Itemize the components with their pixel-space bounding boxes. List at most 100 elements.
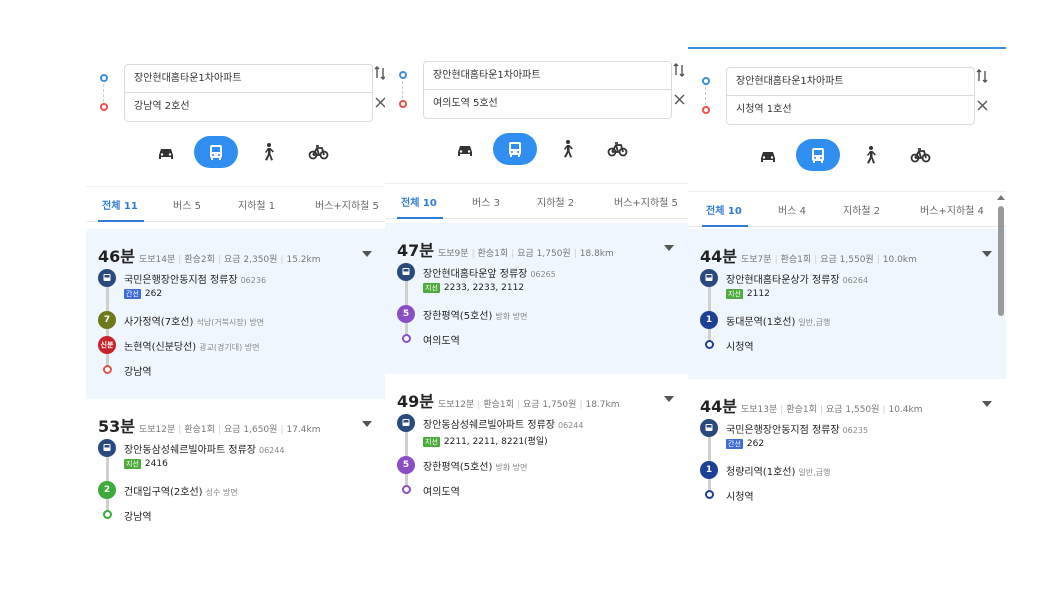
start-input[interactable]: 장안현대홈타운1차아파트	[423, 61, 672, 90]
close-icon[interactable]	[977, 100, 988, 115]
route-card[interactable]: 44분 도보7분 | 환승1회 | 요금 1,550원 | 10.0km 장안현대홈타운상가 정…	[688, 229, 1006, 379]
subway-step: 신분 논현역(신분당선) 광교(경기대) 방면	[98, 336, 368, 358]
bus-stop-icon	[397, 263, 415, 281]
route-card[interactable]: 46분 도보14분 | 환승2회 | 요금 2,350원 | 15.2km 국민은행장안동지점 …	[86, 229, 386, 399]
stop-detail: 방화 방면	[495, 463, 528, 472]
subway-line-badge: 5	[397, 305, 415, 323]
bus-numbers: 262	[746, 439, 765, 449]
tab-3[interactable]: 버스+지하철 5	[315, 197, 379, 212]
stop-detail: 06235	[842, 426, 869, 435]
stop-detail: 석남(거북시장) 방면	[196, 318, 265, 327]
expand-caret-icon[interactable]	[982, 251, 992, 257]
route-transfer: 환승1회	[780, 255, 812, 265]
bus-line-info: 지선 2233, 2233, 2112	[423, 283, 524, 293]
route-card[interactable]: 49분 도보12분 | 환승1회 | 요금 1,750원 | 18.7km 장안동삼성쉐르빌아파…	[385, 374, 688, 547]
tab-1[interactable]: 버스 3	[472, 194, 500, 209]
meta-separator: |	[511, 249, 515, 259]
route-transfer: 환승1회	[786, 405, 817, 415]
mode-button-walk[interactable]	[246, 136, 290, 168]
tab-3[interactable]: 버스+지하철 5	[614, 194, 678, 209]
step-name: 장한평역(5호선) 방화 방면	[423, 307, 527, 322]
stop-detail: 방화 방면	[495, 312, 528, 321]
route-distance: 15.2km	[286, 255, 321, 265]
subway-line-badge: 신분	[98, 336, 116, 354]
tab-0[interactable]: 전체 10	[401, 194, 437, 209]
expand-caret-icon[interactable]	[362, 251, 372, 257]
mode-button-bike[interactable]	[296, 136, 340, 168]
mode-button-bus[interactable]	[194, 136, 238, 168]
active-tab-indicator	[397, 217, 443, 219]
tab-1[interactable]: 버스 5	[173, 197, 201, 212]
route-fare: 요금 1,550원	[825, 405, 880, 415]
bus-type-tag: 간선	[124, 289, 141, 299]
meta-separator: |	[579, 400, 583, 410]
tab-2[interactable]: 지하철 2	[537, 194, 574, 209]
subway-line-badge: 1	[700, 461, 718, 479]
destination-dot-icon	[705, 490, 714, 499]
close-icon[interactable]	[674, 94, 685, 109]
destination-step: 여의도역	[397, 481, 667, 503]
route-summary: 44분 도보7분 | 환승1회 | 요금 1,550원 | 10.0km	[700, 243, 917, 267]
start-dot-icon	[702, 77, 710, 85]
stop-name: 국민은행장안동지점 정류장	[726, 425, 840, 436]
mode-button-car[interactable]	[443, 133, 487, 165]
expand-caret-icon[interactable]	[982, 401, 992, 407]
mode-button-walk[interactable]	[848, 139, 892, 171]
mode-button-bike[interactable]	[595, 133, 639, 165]
car-icon	[159, 149, 173, 159]
transport-mode-selector	[688, 139, 1006, 171]
tab-0[interactable]: 전체 10	[706, 202, 742, 217]
mode-button-bus[interactable]	[493, 133, 537, 165]
meta-separator: |	[774, 255, 778, 265]
bus-stop-icon	[98, 269, 116, 287]
end-input[interactable]: 강남역 2호선	[124, 93, 373, 122]
meta-separator: |	[217, 255, 221, 265]
step-name: 장안동삼성쉐르빌아파트 정류장 06244	[423, 416, 583, 431]
expand-caret-icon[interactable]	[362, 421, 372, 427]
route-card[interactable]: 47분 도보9분 | 환승1회 | 요금 1,750원 | 18.8km 장안현대홈타운앞 정류…	[385, 223, 688, 374]
start-dot-icon	[100, 74, 108, 82]
scroll-up-icon[interactable]	[997, 195, 1005, 200]
subway-step: 1 청량리역(1호선) 일반,급행	[700, 461, 970, 483]
tab-1[interactable]: 버스 4	[778, 202, 806, 217]
bus-numbers: 2112	[746, 289, 770, 299]
mode-button-car[interactable]	[144, 136, 188, 168]
mode-button-walk[interactable]	[545, 133, 589, 165]
bus-type-tag: 지선	[124, 459, 141, 469]
route-summary: 44분 도보13분 | 환승1회 | 요금 1,550원 | 10.4km	[700, 393, 923, 417]
tab-2[interactable]: 지하철 1	[238, 197, 275, 212]
scrollbar-thumb[interactable]	[998, 206, 1004, 316]
destination-step: 시청역	[700, 336, 970, 358]
expand-caret-icon[interactable]	[664, 396, 674, 402]
destination-step: 강남역	[98, 361, 368, 383]
route-panel-cityhall: 장안현대홈타운1차아파트 시청역 1호선전체 10 버스 4 지하철 2 버스+지하철 …	[688, 47, 1006, 527]
tab-2[interactable]: 지하철 2	[843, 202, 880, 217]
expand-caret-icon[interactable]	[664, 245, 674, 251]
end-input[interactable]: 시청역 1호선	[726, 96, 975, 125]
swap-icon[interactable]	[673, 63, 685, 81]
mode-button-bus[interactable]	[796, 139, 840, 171]
stop-name: 사가정역(7호선)	[124, 317, 194, 328]
route-fare: 요금 1,550원	[820, 255, 874, 265]
route-walk: 도보7분	[741, 255, 772, 265]
end-input[interactable]: 여의도역 5호선	[423, 90, 672, 119]
route-distance: 10.4km	[888, 405, 923, 415]
subway-line-badge: 5	[397, 456, 415, 474]
route-card[interactable]: 44분 도보13분 | 환승1회 | 요금 1,550원 | 10.4km 국민은행장안동지점 …	[688, 379, 1006, 527]
route-transfer: 환승1회	[477, 249, 509, 259]
stop-name: 장안현대홈타운앞 정류장	[423, 269, 528, 280]
route-distance: 18.7km	[585, 400, 620, 410]
route-filter-tabs: 전체 10 버스 3 지하철 2 버스+지하철 5	[385, 183, 688, 219]
mode-button-car[interactable]	[746, 139, 790, 171]
stop-detail: 06264	[842, 276, 869, 285]
transport-mode-selector	[385, 133, 688, 165]
start-input[interactable]: 장안현대홈타운1차아파트	[124, 64, 373, 93]
swap-icon[interactable]	[976, 69, 988, 87]
route-card[interactable]: 53분 도보12분 | 환승1회 | 요금 1,650원 | 17.4km 장안동삼성쉐르빌아파…	[86, 399, 386, 547]
tab-0[interactable]: 전체 11	[102, 197, 138, 212]
mode-button-bike[interactable]	[898, 139, 942, 171]
step-name: 국민은행장안동지점 정류장 06236	[124, 271, 266, 286]
tab-3[interactable]: 버스+지하철 4	[920, 202, 984, 217]
destination-dot-icon	[705, 340, 714, 349]
start-input[interactable]: 장안현대홈타운1차아파트	[726, 67, 975, 96]
